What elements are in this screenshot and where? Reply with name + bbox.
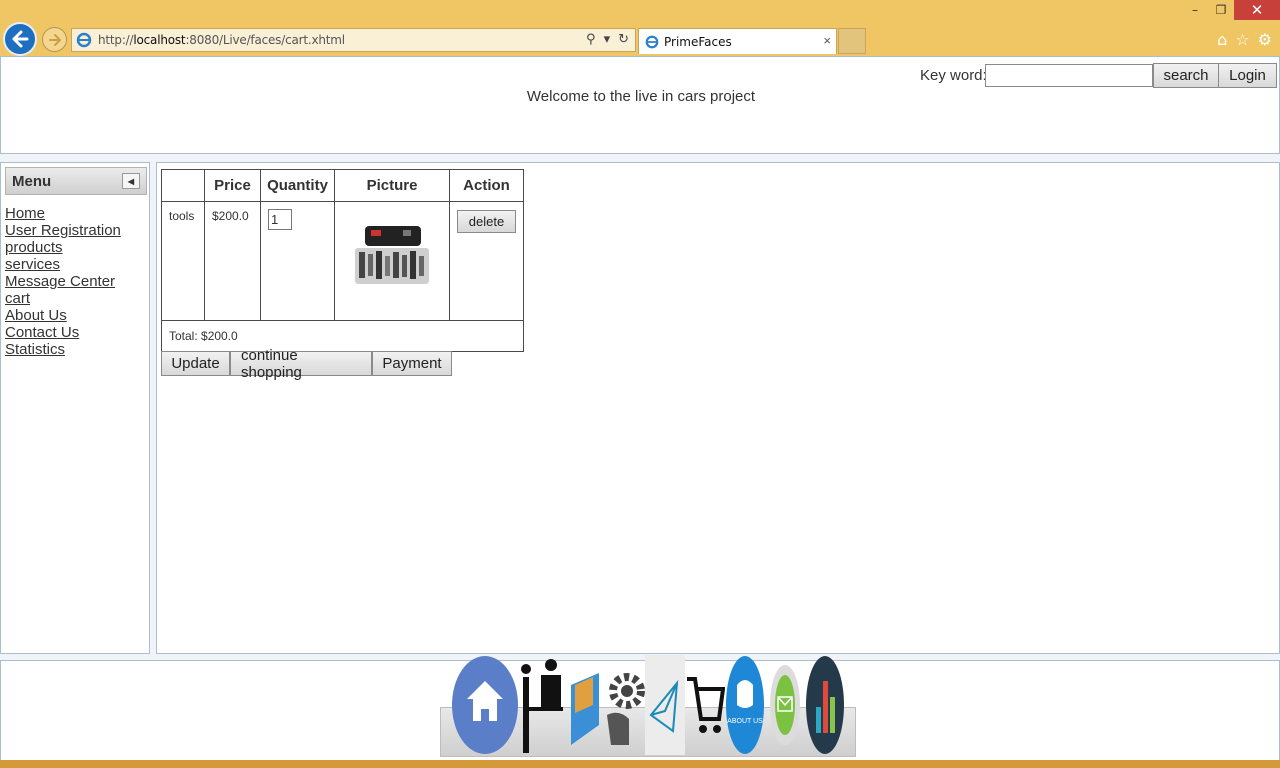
continue-shopping-button[interactable]: continue shopping xyxy=(230,347,372,381)
footer: ABOUT US xyxy=(0,655,1280,768)
col-header-action: Action xyxy=(449,169,524,202)
favorites-star-icon[interactable]: ☆ xyxy=(1235,30,1249,49)
dock-message-icon[interactable] xyxy=(645,655,685,755)
action-cell: delete xyxy=(449,201,524,321)
picture-cell xyxy=(334,201,450,321)
menu-header: Menu ◀ xyxy=(5,167,147,195)
menu-item-cart[interactable]: cart xyxy=(5,290,121,307)
login-button[interactable]: Login xyxy=(1218,63,1277,88)
new-tab-button[interactable] xyxy=(838,28,866,54)
menu-item-services[interactable]: services xyxy=(5,256,121,273)
sidebar: Menu ◀ Home User Registration products s… xyxy=(0,162,150,654)
url-host: localhost xyxy=(133,33,186,47)
cart-actions: Update continue shopping Payment xyxy=(161,347,452,381)
ie-page-icon xyxy=(76,32,92,48)
tab-close-icon[interactable]: × xyxy=(823,33,831,48)
page-header: Key word: search Login Welcome to the li… xyxy=(0,56,1280,154)
col-header-price: Price xyxy=(204,169,261,202)
url-path: :8080/Live/faces/cart.xhtml xyxy=(185,33,345,47)
toolkit-image xyxy=(355,226,429,284)
tab-title: PrimeFaces xyxy=(664,34,732,49)
table-row: tools $200.0 1 delete xyxy=(161,201,524,321)
back-button[interactable] xyxy=(3,22,37,56)
page: Key word: search Login Welcome to the li… xyxy=(0,56,1280,768)
update-button[interactable]: Update xyxy=(161,351,230,376)
menu-item-about-us[interactable]: About Us xyxy=(5,307,121,324)
os-taskbar xyxy=(0,760,1280,768)
main-content: Price Quantity Picture Action tools $200… xyxy=(156,162,1280,654)
tab-primefaces[interactable]: PrimeFaces × xyxy=(638,28,837,54)
dock-cart-icon[interactable] xyxy=(685,655,725,755)
keyword-input[interactable] xyxy=(985,64,1153,87)
browser-chrome: – ❐ ✕ http://localhost:8080/Live/faces/c… xyxy=(0,0,1280,56)
item-name: tools xyxy=(161,201,205,321)
col-header-quantity: Quantity xyxy=(260,169,335,202)
restore-button[interactable]: ❐ xyxy=(1208,0,1234,20)
ie-tab-icon xyxy=(645,35,659,48)
delete-button[interactable]: delete xyxy=(457,210,516,233)
dock-services-gear-icon[interactable] xyxy=(603,655,645,755)
url-text: http://localhost:8080/Live/faces/cart.xh… xyxy=(98,33,345,47)
address-bar[interactable]: http://localhost:8080/Live/faces/cart.xh… xyxy=(71,28,636,52)
menu-title: Menu xyxy=(12,172,52,190)
url-scheme: http:// xyxy=(98,33,134,47)
dock-products-box-icon[interactable] xyxy=(567,655,603,755)
item-price: $200.0 xyxy=(204,201,261,321)
search-icon[interactable]: ⚲ xyxy=(586,32,596,47)
close-button[interactable]: ✕ xyxy=(1234,0,1280,20)
menu-item-message-center[interactable]: Message Center xyxy=(5,273,121,290)
quantity-cell: 1 xyxy=(260,201,335,321)
address-tools: ⚲ ▾ ↻ xyxy=(586,32,629,47)
dock-menu: ABOUT US xyxy=(451,655,845,755)
about-us-text: ABOUT US xyxy=(727,718,763,725)
cart-header-row: Price Quantity Picture Action xyxy=(161,169,524,202)
home-icon[interactable]: ⌂ xyxy=(1217,30,1227,49)
minimize-button[interactable]: – xyxy=(1182,0,1208,20)
dock-contact-us-icon[interactable] xyxy=(765,655,805,755)
dock-statistics-icon[interactable] xyxy=(805,655,845,755)
menu-item-products[interactable]: products xyxy=(5,239,121,256)
settings-gear-icon[interactable]: ⚙ xyxy=(1258,30,1272,49)
payment-button[interactable]: Payment xyxy=(372,351,452,376)
browser-toolbar-icons: ⌂ ☆ ⚙ xyxy=(1217,30,1272,49)
menu-item-home[interactable]: Home xyxy=(5,205,121,222)
menu-item-statistics[interactable]: Statistics xyxy=(5,341,121,358)
menu-links: Home User Registration products services… xyxy=(5,205,121,358)
collapse-menu-button[interactable]: ◀ xyxy=(122,173,140,189)
dock-home-icon[interactable] xyxy=(451,655,519,755)
cart-table: Price Quantity Picture Action tools $200… xyxy=(161,169,524,352)
col-header-picture: Picture xyxy=(334,169,450,202)
dock-about-us-icon[interactable]: ABOUT US xyxy=(725,655,765,755)
back-arrow-icon xyxy=(12,30,29,48)
welcome-text: Welcome to the live in cars project xyxy=(526,88,756,105)
search-button[interactable]: search xyxy=(1153,63,1219,88)
quantity-input[interactable]: 1 xyxy=(268,209,292,230)
keyword-label: Key word: xyxy=(920,67,987,84)
col-header-name xyxy=(161,169,205,202)
forward-button[interactable] xyxy=(42,27,67,52)
forward-arrow-icon xyxy=(48,33,61,46)
menu-item-user-registration[interactable]: User Registration xyxy=(5,222,121,239)
refresh-icon[interactable]: ↻ xyxy=(618,32,629,47)
dock-user-registration-icon[interactable] xyxy=(519,655,567,755)
dropdown-icon[interactable]: ▾ xyxy=(604,32,611,47)
menu-item-contact-us[interactable]: Contact Us xyxy=(5,324,121,341)
window-controls: – ❐ ✕ xyxy=(1182,0,1280,20)
caret-left-icon: ◀ xyxy=(127,176,135,186)
